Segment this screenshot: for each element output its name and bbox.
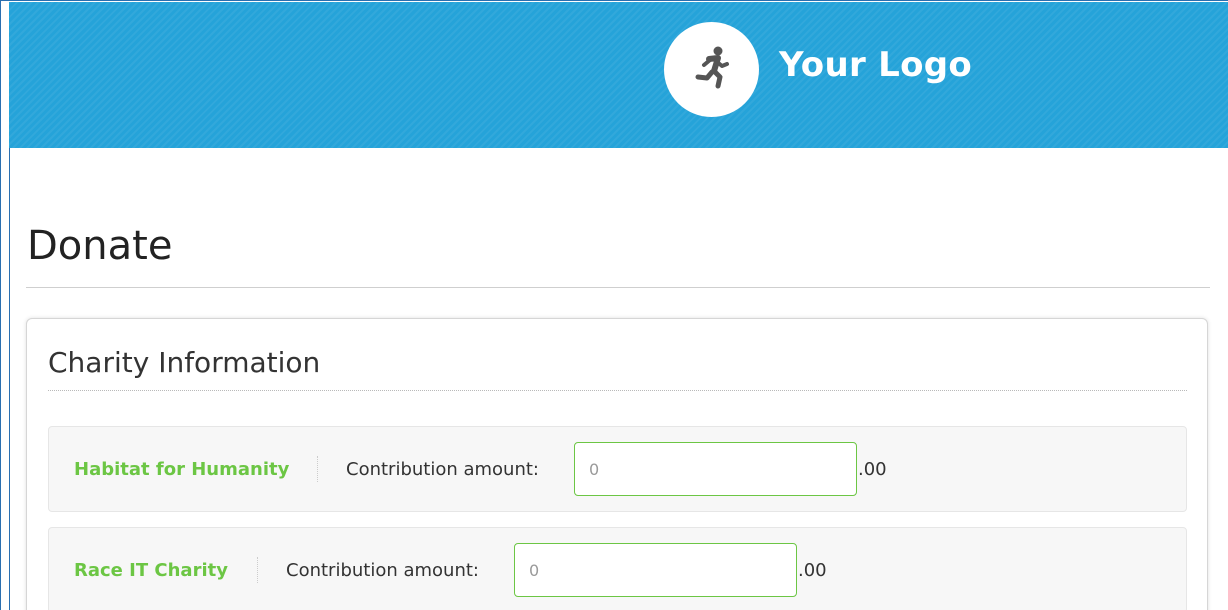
panel-title: Charity Information <box>48 346 321 379</box>
contribution-label: Contribution amount: <box>286 560 479 581</box>
contribution-amount-input[interactable] <box>574 442 857 496</box>
row-separator <box>317 456 318 482</box>
title-divider <box>26 287 1210 288</box>
logo-badge[interactable] <box>664 22 759 117</box>
contribution-amount-input[interactable] <box>514 543 797 597</box>
cents-suffix: .00 <box>858 459 887 480</box>
charity-row: Habitat for Humanity Contribution amount… <box>48 426 1187 512</box>
charity-information-panel: Charity Information Habitat for Humanity… <box>26 318 1208 610</box>
running-person-icon <box>687 43 737 97</box>
panel-divider <box>48 390 1187 391</box>
site-header <box>9 2 1228 148</box>
cents-suffix: .00 <box>798 560 827 581</box>
charity-name: Race IT Charity <box>74 560 228 581</box>
charity-row: Race IT Charity Contribution amount: .00 <box>48 527 1187 610</box>
page-frame: Your Logo Donate Charity Information Hab… <box>0 0 1228 610</box>
contribution-label: Contribution amount: <box>346 459 539 480</box>
row-separator <box>257 557 258 583</box>
page-title: Donate <box>27 223 173 269</box>
charity-name: Habitat for Humanity <box>74 459 290 480</box>
frame-border <box>9 148 10 610</box>
logo-text[interactable]: Your Logo <box>779 45 972 85</box>
